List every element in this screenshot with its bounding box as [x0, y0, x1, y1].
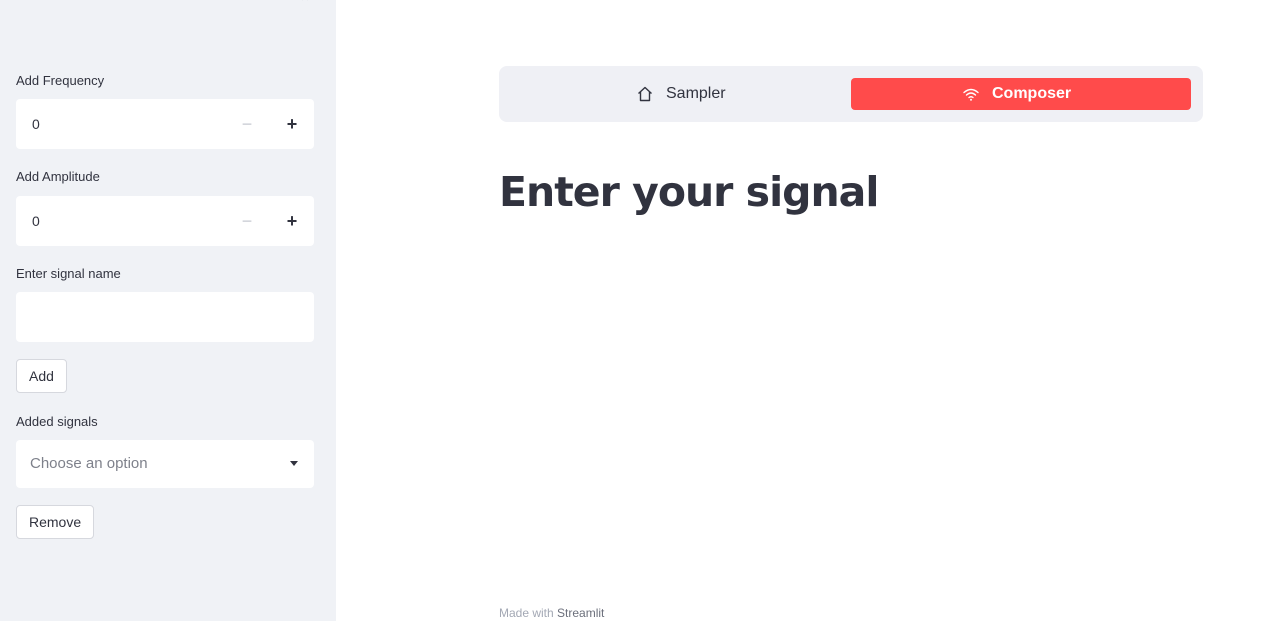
wifi-icon — [963, 88, 979, 101]
close-sidebar-icon[interactable]: × — [296, 0, 314, 6]
added-signals-placeholder: Choose an option — [30, 455, 148, 472]
amplitude-value[interactable]: 0 — [32, 196, 40, 246]
remove-button[interactable]: Remove — [16, 505, 95, 539]
house-icon — [638, 86, 652, 102]
added-signals-label: Added signals — [16, 414, 98, 429]
frequency-increment-button[interactable]: + — [270, 99, 314, 149]
footer: Made with Streamlit — [499, 606, 604, 620]
sidebar: × Add Frequency 0 − + Add Amplitude 0 − … — [0, 0, 336, 621]
nav-item-composer[interactable]: Composer — [851, 78, 1191, 110]
nav-item-composer-label: Composer — [992, 85, 1072, 102]
caret-down-icon[interactable] — [290, 461, 298, 466]
page-navigation-menu: Sampler Composer — [499, 66, 1203, 122]
nav-item-sampler[interactable]: Sampler — [511, 78, 851, 110]
frequency-input[interactable]: 0 − + — [16, 99, 314, 149]
frequency-decrement-button[interactable]: − — [225, 99, 269, 149]
nav-item-sampler-label: Sampler — [666, 85, 726, 102]
amplitude-decrement-button[interactable]: − — [225, 196, 269, 246]
frequency-value[interactable]: 0 — [32, 99, 40, 149]
frequency-label: Add Frequency — [16, 73, 105, 88]
streamlit-link[interactable]: Streamlit — [557, 606, 604, 620]
signal-name-label: Enter signal name — [16, 266, 121, 281]
signal-name-input[interactable] — [16, 292, 314, 342]
page-title: Enter your signal — [499, 168, 879, 216]
footer-prefix: Made with — [499, 606, 558, 620]
amplitude-input[interactable]: 0 − + — [16, 196, 314, 246]
add-button[interactable]: Add — [16, 359, 67, 393]
amplitude-increment-button[interactable]: + — [270, 196, 314, 246]
added-signals-select[interactable]: Choose an option — [16, 440, 314, 488]
amplitude-label: Add Amplitude — [16, 169, 100, 184]
